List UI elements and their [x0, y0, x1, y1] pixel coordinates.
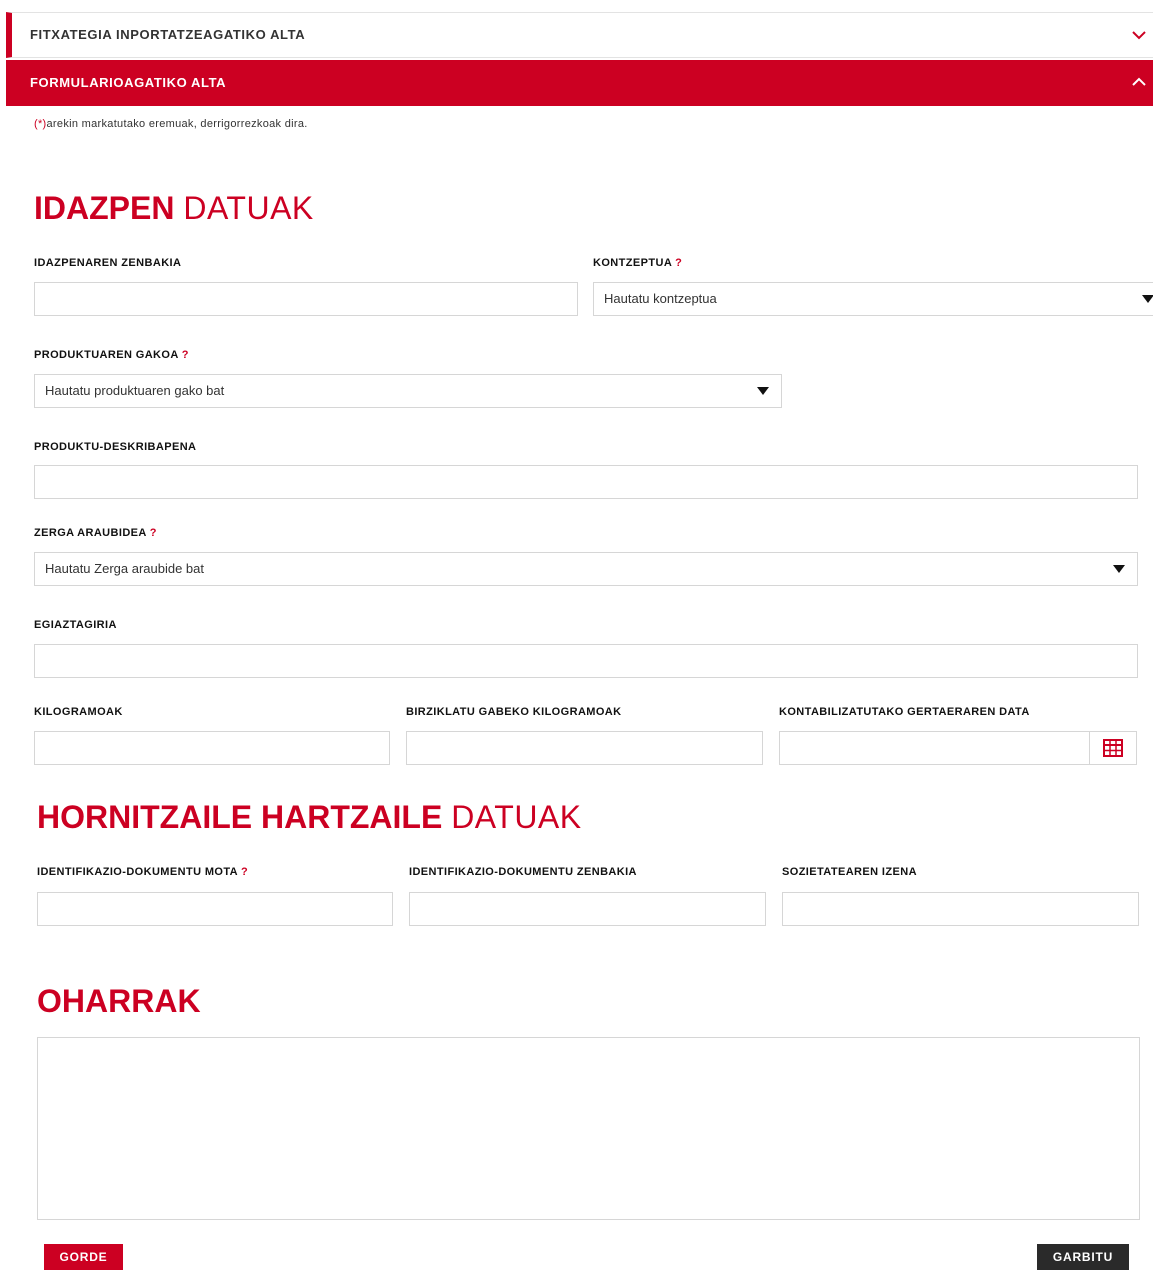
accordion-import-title: FITXATEGIA INPORTATZEAGATIKO ALTA [30, 27, 306, 42]
record-number-input[interactable] [34, 282, 578, 316]
section-title-notes: OHARRAK [37, 983, 201, 1019]
save-button[interactable]: GORDE [44, 1244, 123, 1270]
section-title-record-light: DATUAK [183, 190, 314, 226]
receipt-input[interactable] [34, 644, 1138, 678]
id-doc-type-input[interactable] [37, 892, 393, 926]
product-key-select-value: Hautatu produktuaren gako bat [45, 383, 225, 398]
section-title-supplier: HORNITZAILE HARTZAILE DATUAK [37, 799, 582, 835]
kilograms-label: KILOGRAMOAK [34, 706, 123, 718]
tax-regime-select[interactable]: Hautatu Zerga araubide bat [34, 552, 1138, 586]
product-description-input[interactable] [34, 465, 1138, 499]
notes-textarea[interactable] [37, 1037, 1140, 1220]
section-title-notes-bold: OHARRAK [37, 983, 201, 1019]
id-doc-number-label: IDENTIFIKAZIO-DOKUMENTU ZENBAKIA [409, 866, 637, 878]
required-question-mark: ? [675, 257, 683, 269]
company-name-input[interactable] [782, 892, 1139, 926]
tax-regime-select-value: Hautatu Zerga araubide bat [45, 561, 204, 576]
chevron-up-icon[interactable] [1131, 74, 1147, 90]
accordion-form-header[interactable]: FORMULARIOAGATIKO ALTA [6, 60, 1153, 106]
section-title-record: IDAZPEN DATUAK [34, 190, 314, 226]
clear-button[interactable]: GARBITU [1037, 1244, 1129, 1270]
event-date-input[interactable] [779, 731, 1137, 765]
required-question-mark: ? [181, 349, 189, 361]
receipt-label: EGIAZTAGIRIA [34, 619, 117, 631]
concept-select[interactable]: Hautatu kontzeptua [593, 282, 1153, 316]
record-number-label: IDAZPENAREN ZENBAKIA [34, 257, 182, 269]
accordion-import-header[interactable]: FITXATEGIA INPORTATZEAGATIKO ALTA [6, 12, 1153, 58]
product-key-label: PRODUKTUAREN GAKOA? [34, 349, 189, 361]
id-doc-number-input[interactable] [409, 892, 766, 926]
dropdown-arrow-icon [1113, 565, 1125, 573]
product-key-select[interactable]: Hautatu produktuaren gako bat [34, 374, 782, 408]
kilograms-input[interactable] [34, 731, 390, 765]
calendar-icon [1103, 739, 1123, 757]
non-recycled-kilograms-label: BIRZIKLATU GABEKO KILOGRAMOAK [406, 706, 622, 718]
non-recycled-kilograms-input[interactable] [406, 731, 763, 765]
dropdown-arrow-icon [1142, 295, 1153, 303]
section-title-record-bold: IDAZPEN [34, 190, 175, 226]
required-star: (*) [34, 118, 47, 130]
required-question-mark: ? [149, 527, 157, 539]
chevron-down-icon[interactable] [1131, 27, 1147, 43]
tax-regime-label: ZERGA ARAUBIDEA? [34, 527, 157, 539]
required-question-mark: ? [241, 866, 249, 878]
product-description-label: PRODUKTU-DESKRIBAPENA [34, 441, 197, 453]
required-fields-note: (*)arekin markatutako eremuak, derrigorr… [34, 118, 308, 130]
dropdown-arrow-icon [757, 387, 769, 395]
accordion-form-title: FORMULARIOAGATIKO ALTA [30, 75, 227, 90]
section-title-supplier-light: DATUAK [451, 799, 582, 835]
event-date-label: KONTABILIZATUTAKO GERTAERAREN DATA [779, 706, 1030, 718]
concept-label: KONTZEPTUA? [593, 257, 683, 269]
required-note-text: arekin markatutako eremuak, derrigorrezk… [46, 118, 308, 130]
company-name-label: SOZIETATEAREN IZENA [782, 866, 917, 878]
date-picker-button[interactable] [1089, 732, 1136, 764]
concept-select-value: Hautatu kontzeptua [604, 291, 717, 306]
id-doc-type-label: IDENTIFIKAZIO-DOKUMENTU MOTA? [37, 866, 249, 878]
section-title-supplier-bold: HORNITZAILE HARTZAILE [37, 799, 443, 835]
